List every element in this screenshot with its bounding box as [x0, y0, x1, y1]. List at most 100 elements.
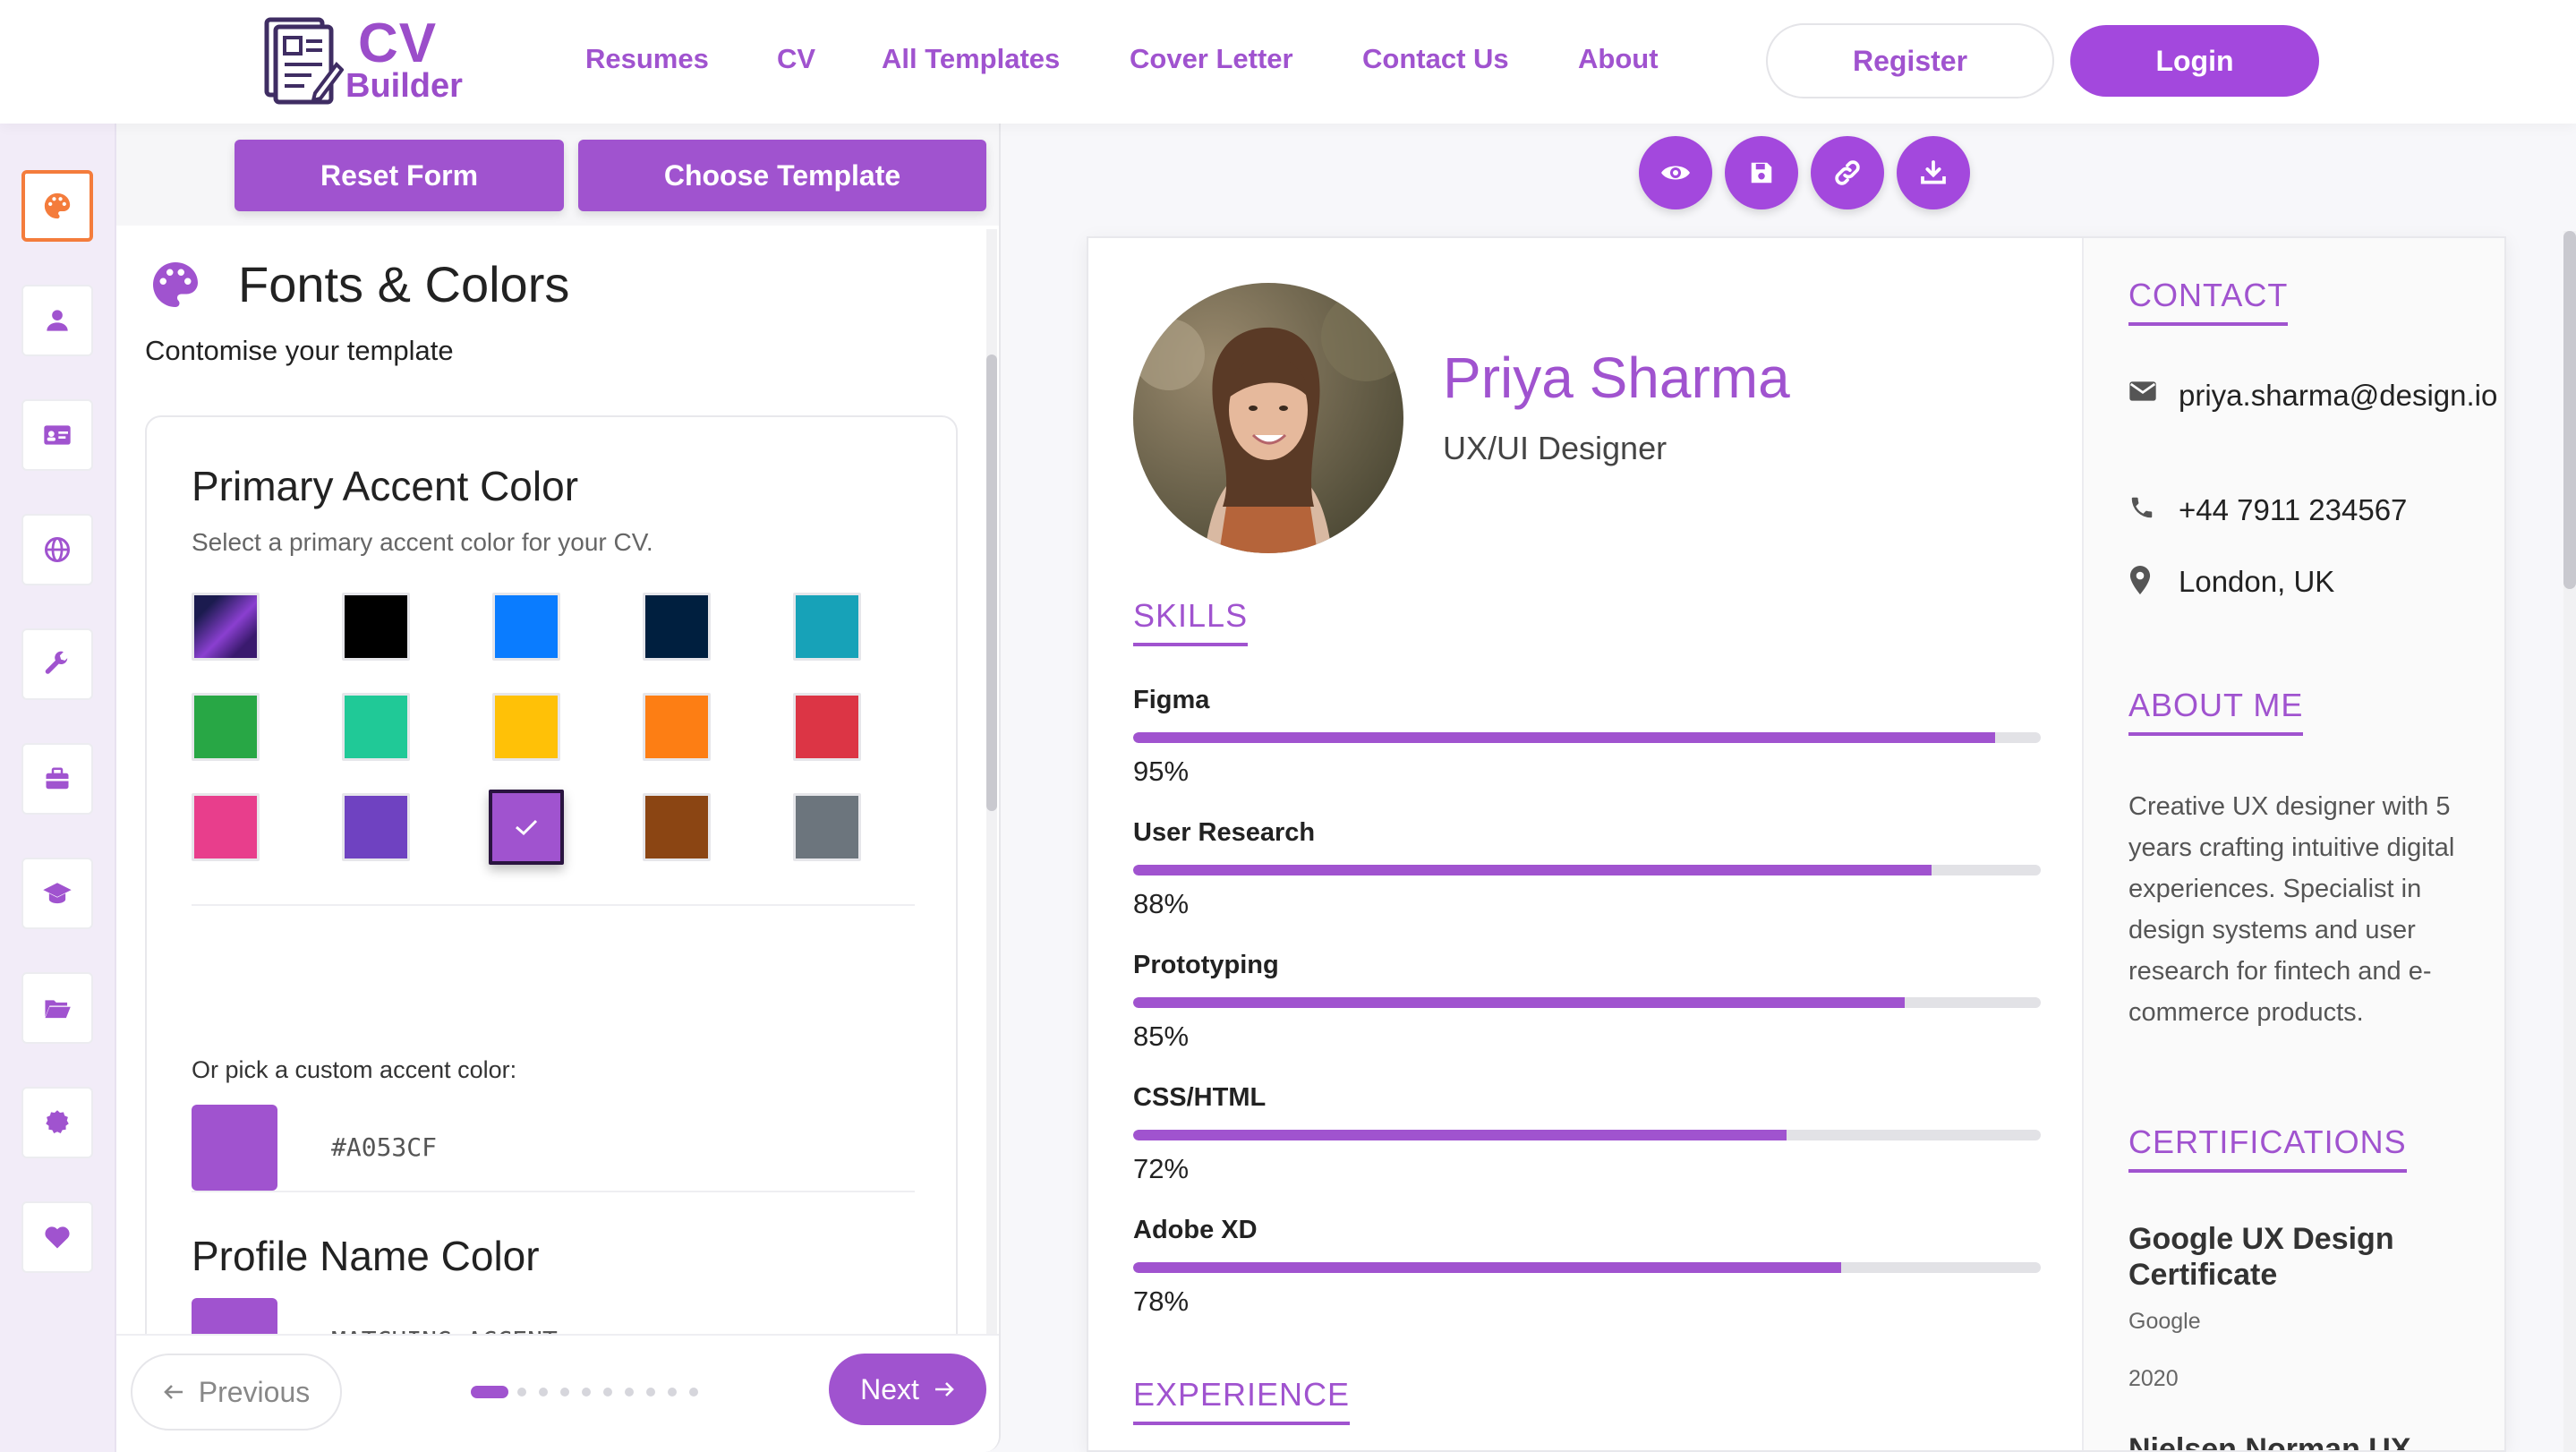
nav-resumes[interactable]: Resumes [585, 39, 709, 79]
swatch-mint[interactable] [342, 693, 410, 761]
next-button[interactable]: Next [829, 1354, 986, 1425]
nav-all-templates[interactable]: All Templates [882, 39, 1060, 79]
swatch-blue[interactable] [492, 593, 560, 661]
section-title: Fonts & Colors [238, 256, 570, 312]
step-dot[interactable] [560, 1388, 569, 1396]
rail-education[interactable] [21, 858, 93, 929]
swatch-red[interactable] [793, 693, 861, 761]
panel-scrollbar-thumb[interactable] [986, 354, 997, 811]
swatch-gradient[interactable] [192, 593, 260, 661]
rail-languages[interactable] [21, 514, 93, 585]
globe-icon [45, 537, 70, 562]
swatch-yellow[interactable] [492, 693, 560, 761]
arrow-right-icon [934, 1382, 954, 1396]
step-dot[interactable] [668, 1388, 677, 1396]
profile-photo-image [1133, 283, 1403, 553]
skill-bar-track [1133, 1262, 2041, 1273]
step-dot[interactable] [646, 1388, 655, 1396]
skill-bar-fill [1133, 1130, 1787, 1140]
nav-contact-us[interactable]: Contact Us [1362, 39, 1509, 79]
accent-color-help: Select a primary accent color for your C… [192, 528, 653, 556]
step-dot[interactable] [582, 1388, 591, 1396]
login-button[interactable]: Login [2070, 25, 2319, 97]
swatch-purple-selected[interactable] [489, 790, 564, 865]
divider [192, 904, 915, 906]
skill-bar-track [1133, 865, 2041, 875]
folder-open-icon [45, 1000, 71, 1019]
custom-accent-value: #A053CF [331, 1132, 438, 1162]
previous-button[interactable]: Previous [131, 1354, 342, 1431]
skill-name: Adobe XD [1133, 1216, 1258, 1244]
divider [192, 1191, 915, 1192]
swatch-indigo[interactable] [342, 793, 410, 861]
panel-scrollbar[interactable] [986, 229, 997, 1452]
download-icon [1921, 160, 1946, 184]
page-scrollbar-thumb[interactable] [2563, 231, 2576, 589]
skill-percent: 78% [1133, 1285, 1190, 1317]
checkmark-icon [516, 819, 538, 836]
skill-percent: 85% [1133, 1021, 1190, 1052]
swatch-green[interactable] [192, 693, 260, 761]
swatch-gray[interactable] [793, 793, 861, 861]
email-text: priya.sharma@design.io [2179, 379, 2498, 412]
next-cert-title: Nielsen Norman UX [2128, 1432, 2411, 1452]
brand-logo[interactable]: CV Builder [261, 13, 476, 109]
skill-name: User Research [1133, 818, 1316, 847]
nav-about[interactable]: About [1578, 39, 1659, 79]
skill-name: Figma [1133, 686, 1210, 714]
reset-form-button[interactable]: Reset Form [235, 140, 564, 211]
contact-location: London, UK [2128, 560, 2504, 605]
download-button[interactable] [1897, 136, 1970, 209]
swatch-brown[interactable] [643, 793, 711, 861]
contact-phone: +44 7911 234567 [2128, 489, 2504, 534]
location-text: London, UK [2179, 565, 2335, 598]
custom-accent-picker[interactable] [192, 1105, 277, 1191]
about-heading: ABOUT ME [2128, 686, 2304, 736]
swatch-black[interactable] [342, 593, 410, 661]
step-dot[interactable] [539, 1388, 548, 1396]
skill-percent: 72% [1133, 1153, 1190, 1184]
share-link-button[interactable] [1811, 136, 1884, 209]
rail-fonts-colors[interactable] [21, 170, 93, 242]
id-card-icon [44, 425, 71, 445]
step-dot[interactable] [603, 1388, 612, 1396]
rail-certifications[interactable] [21, 1087, 93, 1158]
certifications-heading: CERTIFICATIONS [2128, 1123, 2407, 1173]
step-dot-active[interactable] [471, 1386, 508, 1398]
palette-icon [153, 262, 198, 307]
rail-personal[interactable] [21, 285, 93, 356]
choose-template-button[interactable]: Choose Template [578, 140, 986, 211]
experience-heading: EXPERIENCE [1133, 1375, 1351, 1425]
step-dot[interactable] [517, 1388, 526, 1396]
rail-interests[interactable] [21, 1201, 93, 1273]
nav-cover-letter[interactable]: Cover Letter [1130, 39, 1293, 79]
swatch-navy[interactable] [643, 593, 711, 661]
step-dot[interactable] [689, 1388, 698, 1396]
skill-bar-fill [1133, 1262, 1841, 1273]
contact-email: priya.sharma@design.io [2128, 374, 2504, 464]
cv-sidebar: CONTACT priya.sharma@design.io +44 7911 … [2082, 238, 2504, 1452]
rail-skills[interactable] [21, 628, 93, 700]
rail-projects[interactable] [21, 972, 93, 1044]
preview-button[interactable] [1639, 136, 1712, 209]
brand-line-2: Builder [345, 67, 463, 105]
certificate-icon [46, 1110, 69, 1133]
nav-cv[interactable]: CV [777, 39, 815, 79]
skill-name: Prototyping [1133, 951, 1279, 979]
skill-bar-fill [1133, 997, 1905, 1008]
page-scrollbar[interactable] [2563, 231, 2576, 1452]
cv-name: Priya Sharma [1443, 346, 1790, 410]
step-dot[interactable] [625, 1388, 634, 1396]
register-button[interactable]: Register [1766, 23, 2054, 98]
rail-experience[interactable] [21, 743, 93, 815]
editor-panel: Reset Form Choose Template Fonts & Color… [116, 124, 1001, 1452]
skill-name: CSS/HTML [1133, 1083, 1267, 1112]
step-navigation: Previous Next [116, 1334, 999, 1452]
rail-contact[interactable] [21, 399, 93, 471]
link-icon [1835, 160, 1860, 185]
swatch-orange[interactable] [643, 693, 711, 761]
save-button[interactable] [1725, 136, 1798, 209]
swatch-pink[interactable] [192, 793, 260, 861]
skill-bar-track [1133, 1130, 2041, 1140]
swatch-teal[interactable] [793, 593, 861, 661]
